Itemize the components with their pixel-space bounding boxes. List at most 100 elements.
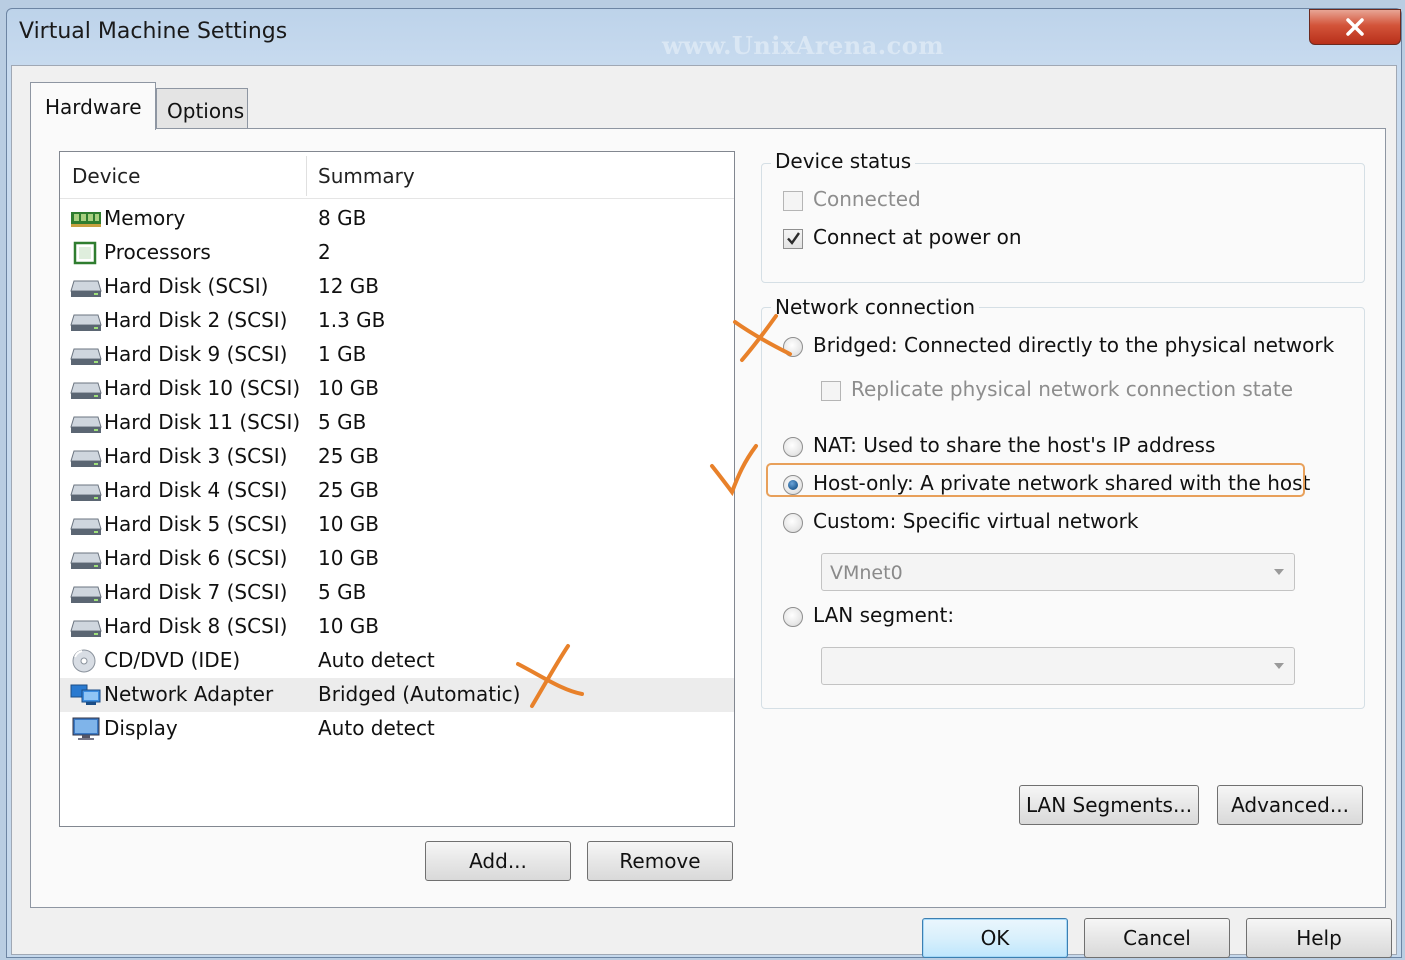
device-name: Hard Disk 10 (SCSI) [104,376,301,400]
custom-network-value: VMnet0 [830,562,903,584]
custom-network-dropdown[interactable]: VMnet0 [821,553,1295,591]
device-name: Display [104,716,178,740]
lan-segment-radio[interactable] [783,607,803,627]
connected-label: Connected [813,187,921,211]
device-name: Memory [104,206,186,230]
device-row-hard-disk-7-scsi[interactable]: Hard Disk 7 (SCSI) 5 GB [60,576,734,610]
hard-disk-icon [70,309,102,333]
device-summary: 2 [318,240,331,264]
network-adapter-icon [70,683,102,707]
vm-settings-window: Virtual Machine Settings www.UnixArena.c… [6,8,1402,958]
remove-device-button[interactable]: Remove [587,841,733,881]
device-summary: Bridged (Automatic) [318,682,521,706]
device-name: Hard Disk 11 (SCSI) [104,410,301,434]
device-row-hard-disk-4-scsi[interactable]: Hard Disk 4 (SCSI) 25 GB [60,474,734,508]
device-row-hard-disk-6-scsi[interactable]: Hard Disk 6 (SCSI) 10 GB [60,542,734,576]
custom-label: Custom: Specific virtual network [813,509,1139,533]
hard-disk-icon [70,343,102,367]
ok-button[interactable]: OK [922,918,1068,958]
device-summary: 10 GB [318,614,380,638]
lan-segment-label: LAN segment: [813,603,955,627]
hardware-tab-panel: Device Summary Memory 8 GB Processors 2 Hard… [30,128,1386,908]
device-list[interactable]: Device Summary Memory 8 GB Processors 2 Hard… [59,151,735,827]
connect-at-power-on-label: Connect at power on [813,225,1022,249]
device-list-header: Device Summary [60,152,734,199]
bridged-radio[interactable] [783,337,803,357]
device-name: Hard Disk 4 (SCSI) [104,478,288,502]
advanced-button[interactable]: Advanced... [1217,785,1363,825]
device-row-hard-disk-3-scsi[interactable]: Hard Disk 3 (SCSI) 25 GB [60,440,734,474]
device-name: Hard Disk 3 (SCSI) [104,444,288,468]
device-name: Hard Disk (SCSI) [104,274,269,298]
device-name: Hard Disk 8 (SCSI) [104,614,288,638]
device-summary: 5 GB [318,410,367,434]
device-summary: 10 GB [318,376,380,400]
device-summary: 12 GB [318,274,380,298]
device-row-display[interactable]: Display Auto detect [60,712,734,746]
device-row-hard-disk-8-scsi[interactable]: Hard Disk 8 (SCSI) 10 GB [60,610,734,644]
network-connection-title: Network connection [771,295,980,319]
add-device-button[interactable]: Add... [425,841,571,881]
device-name: Processors [104,240,211,264]
column-divider[interactable] [306,156,307,196]
cancel-button[interactable]: Cancel [1084,918,1230,958]
device-row-hard-disk-5-scsi[interactable]: Hard Disk 5 (SCSI) 10 GB [60,508,734,542]
device-row-hard-disk-10-scsi[interactable]: Hard Disk 10 (SCSI) 10 GB [60,372,734,406]
tab-hardware[interactable]: Hardware [30,82,156,130]
device-summary: 25 GB [318,478,380,502]
connect-at-power-on-checkbox[interactable] [783,229,803,249]
close-icon [1346,18,1364,36]
close-button[interactable] [1309,9,1401,45]
device-name: Hard Disk 9 (SCSI) [104,342,288,366]
column-header-summary[interactable]: Summary [318,164,415,188]
hard-disk-icon [70,411,102,435]
host-only-label: Host-only: A private network shared with… [813,471,1311,495]
display-icon [70,717,102,741]
device-row-memory[interactable]: Memory 8 GB [60,202,734,236]
device-row-cd-dvd-ide[interactable]: CD/DVD (IDE) Auto detect [60,644,734,678]
nat-label: NAT: Used to share the host's IP address [813,433,1216,457]
hard-disk-icon [70,513,102,537]
device-row-network-adapter[interactable]: Network Adapter Bridged (Automatic) [60,678,734,712]
help-button[interactable]: Help [1246,918,1392,958]
tab-options[interactable]: Options [156,88,248,128]
device-name: Hard Disk 6 (SCSI) [104,546,288,570]
hard-disk-icon [70,445,102,469]
hard-disk-icon [70,377,102,401]
device-summary: 1 GB [318,342,367,366]
hard-disk-icon [70,547,102,571]
device-summary: 1.3 GB [318,308,386,332]
connected-checkbox[interactable] [783,191,803,211]
watermark-text: www.UnixArena.com [662,31,945,60]
lan-segment-dropdown[interactable] [821,647,1295,685]
column-header-device[interactable]: Device [72,164,140,188]
device-row-hard-disk-2-scsi[interactable]: Hard Disk 2 (SCSI) 1.3 GB [60,304,734,338]
cd-dvd-icon [70,649,102,673]
device-row-processors[interactable]: Processors 2 [60,236,734,270]
device-row-hard-disk-9-scsi[interactable]: Hard Disk 9 (SCSI) 1 GB [60,338,734,372]
device-summary: 25 GB [318,444,380,468]
device-summary: 8 GB [318,206,367,230]
device-row-hard-disk-scsi[interactable]: Hard Disk (SCSI) 12 GB [60,270,734,304]
chevron-down-icon [1274,663,1284,669]
custom-radio[interactable] [783,513,803,533]
replicate-state-label: Replicate physical network connection st… [851,377,1294,401]
memory-icon [70,207,102,231]
chevron-down-icon [1274,569,1284,575]
device-name: Hard Disk 2 (SCSI) [104,308,288,332]
dialog-client-area: Hardware Options Device Summary Memory 8 … [11,65,1397,958]
host-only-radio[interactable] [783,475,803,495]
device-name: Hard Disk 5 (SCSI) [104,512,288,536]
device-status-title: Device status [771,149,916,173]
device-status-group [761,163,1365,283]
bridged-label: Bridged: Connected directly to the physi… [813,333,1335,357]
lan-segments-button[interactable]: LAN Segments... [1019,785,1199,825]
device-summary: 5 GB [318,580,367,604]
replicate-state-checkbox[interactable] [821,381,841,401]
hard-disk-icon [70,615,102,639]
device-name: Network Adapter [104,682,274,706]
device-name: Hard Disk 7 (SCSI) [104,580,288,604]
device-row-hard-disk-11-scsi[interactable]: Hard Disk 11 (SCSI) 5 GB [60,406,734,440]
device-summary: 10 GB [318,546,380,570]
nat-radio[interactable] [783,437,803,457]
